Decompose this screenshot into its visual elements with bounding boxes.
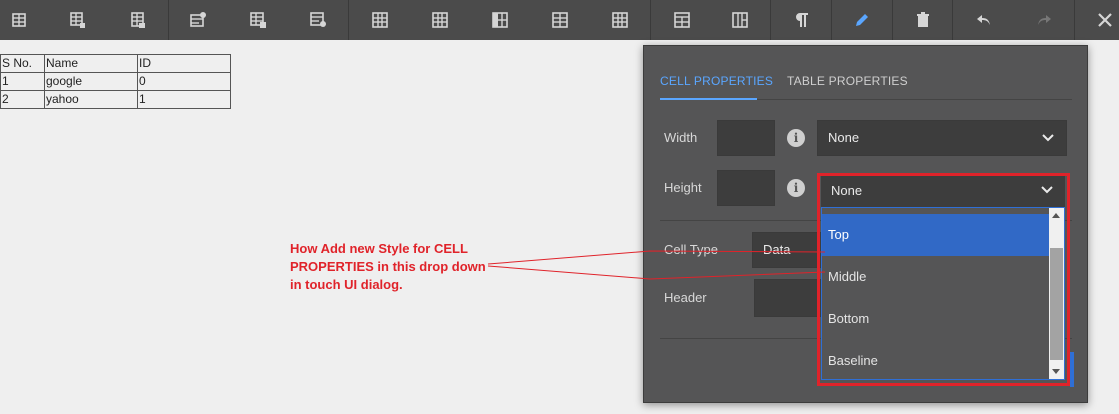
height-label: Height [664, 180, 702, 195]
delete-row-icon[interactable] [118, 0, 158, 40]
height-input[interactable] [717, 170, 775, 206]
highlight-frame [817, 173, 1070, 386]
active-tab-indicator [660, 98, 757, 100]
table-cell[interactable]: google [44, 72, 138, 91]
table-add-icon[interactable] [238, 0, 278, 40]
trash-icon[interactable] [903, 0, 943, 40]
width-select-value: None [828, 130, 860, 145]
table-cell[interactable]: yahoo [44, 90, 138, 109]
column-delete-icon[interactable] [480, 0, 520, 40]
table-header-cell[interactable]: Name [44, 54, 138, 73]
table-header-cell[interactable]: S No. [0, 54, 45, 73]
dialog-button-edge [1070, 352, 1074, 387]
paragraph-icon[interactable] [782, 0, 822, 40]
cell-type-label: Cell Type [664, 242, 718, 257]
merge-right-icon[interactable] [662, 0, 702, 40]
close-icon[interactable] [1085, 0, 1119, 40]
table-settings-icon[interactable] [178, 0, 218, 40]
table-header-row[interactable]: S No. Name ID [0, 54, 231, 73]
annotation-text: How Add new Style for CELL PROPERTIES in… [290, 241, 486, 292]
header-label: Header [664, 290, 707, 305]
table-remove-icon[interactable] [298, 0, 338, 40]
column-left-icon[interactable] [360, 0, 400, 40]
header-select[interactable] [754, 279, 822, 317]
undo-icon[interactable] [964, 0, 1004, 40]
pencil-icon[interactable] [842, 0, 882, 40]
table-header-cell[interactable]: ID [137, 54, 231, 73]
tab-cell-properties[interactable]: CELL PROPERTIES [660, 74, 773, 88]
insert-row-above-icon[interactable] [0, 0, 40, 40]
table-cell[interactable]: 1 [137, 90, 231, 109]
rich-text-toolbar [0, 0, 1119, 40]
table-row[interactable]: 1 google 0 [0, 72, 231, 91]
insert-row-below-icon[interactable] [58, 0, 98, 40]
table-cell[interactable]: 1 [0, 72, 45, 91]
cell-type-select[interactable]: Data [752, 232, 824, 268]
width-label: Width [664, 130, 698, 145]
width-info-icon[interactable]: i [787, 129, 805, 147]
table-cell[interactable]: 2 [0, 90, 45, 109]
redo-icon[interactable] [1024, 0, 1064, 40]
width-input[interactable] [717, 120, 775, 156]
tab-table-properties[interactable]: TABLE PROPERTIES [787, 74, 908, 88]
height-info-icon[interactable]: i [787, 179, 805, 197]
column-right-icon[interactable] [420, 0, 460, 40]
cell-type-value: Data [763, 242, 791, 257]
chevron-down-icon [1042, 134, 1054, 142]
width-unit-select[interactable]: None [817, 120, 1067, 156]
table-row[interactable]: 2 yahoo 1 [0, 90, 231, 109]
table-cell[interactable]: 0 [137, 72, 231, 91]
split-cells-icon[interactable] [600, 0, 640, 40]
content-table[interactable]: S No. Name ID 1 google 0 2 yahoo 1 [0, 54, 231, 109]
merge-down-icon[interactable] [720, 0, 760, 40]
merge-cells-icon[interactable] [540, 0, 580, 40]
